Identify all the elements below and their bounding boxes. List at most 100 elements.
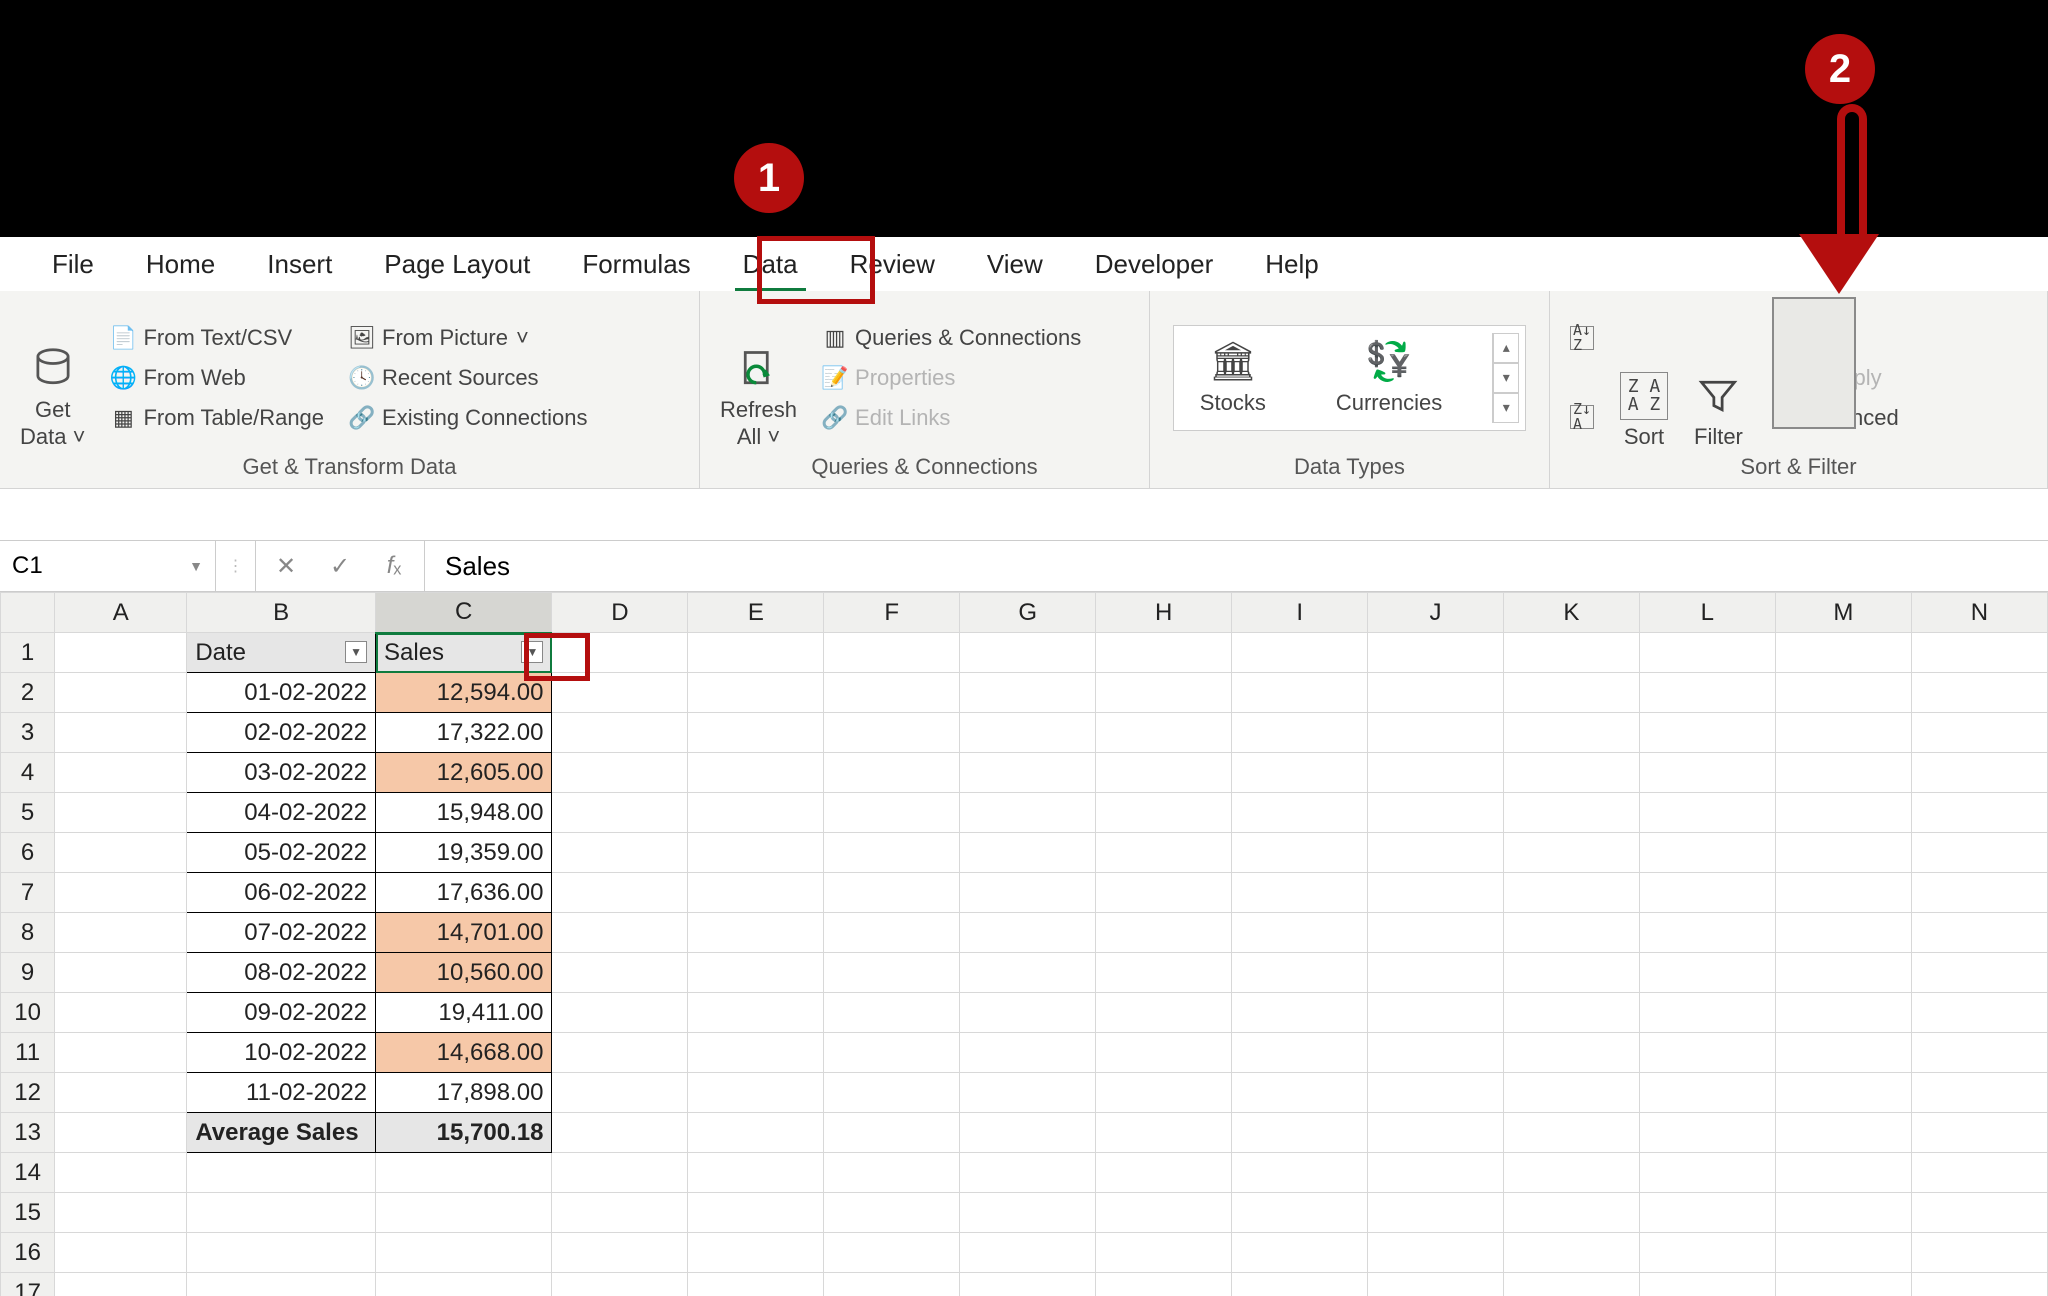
cell-D8[interactable]	[552, 913, 688, 953]
column-header-D[interactable]: D	[552, 593, 688, 633]
cell-E4[interactable]	[688, 753, 824, 793]
cell-N14[interactable]	[1911, 1153, 2047, 1193]
cell-B9[interactable]: 08-02-2022	[187, 953, 376, 993]
queries-connections-button[interactable]: ▥ Queries & Connections	[817, 321, 1087, 355]
cell-N2[interactable]	[1911, 673, 2047, 713]
cell-B4[interactable]: 03-02-2022	[187, 753, 376, 793]
column-header-E[interactable]: E	[688, 593, 824, 633]
cell-F7[interactable]	[824, 873, 960, 913]
cell-I6[interactable]	[1232, 833, 1368, 873]
cell-G9[interactable]	[960, 953, 1096, 993]
cell-I17[interactable]	[1232, 1273, 1368, 1296]
cell-C12[interactable]: 17,898.00	[376, 1073, 552, 1113]
cell-F12[interactable]	[824, 1073, 960, 1113]
data-type-currencies[interactable]: 💱 Currencies	[1316, 332, 1462, 424]
cell-I11[interactable]	[1232, 1033, 1368, 1073]
cell-C13[interactable]: 15,700.18	[376, 1113, 552, 1153]
cell-K9[interactable]	[1503, 953, 1639, 993]
cell-F13[interactable]	[824, 1113, 960, 1153]
cell-G11[interactable]	[960, 1033, 1096, 1073]
cell-J2[interactable]	[1368, 673, 1504, 713]
filter-dropdown-sales[interactable]: ▼	[521, 641, 543, 663]
cell-M1[interactable]	[1775, 633, 1911, 673]
cell-H7[interactable]	[1096, 873, 1232, 913]
from-picture-button[interactable]: 🖼 From Picture ˅	[344, 321, 593, 355]
cell-E8[interactable]	[688, 913, 824, 953]
cell-G8[interactable]	[960, 913, 1096, 953]
cell-B12[interactable]: 11-02-2022	[187, 1073, 376, 1113]
cell-L16[interactable]	[1639, 1233, 1775, 1273]
cell-N6[interactable]	[1911, 833, 2047, 873]
cell-D17[interactable]	[552, 1273, 688, 1296]
cell-L10[interactable]	[1639, 993, 1775, 1033]
gallery-more[interactable]: ▾	[1493, 393, 1519, 423]
cell-J3[interactable]	[1368, 713, 1504, 753]
cell-I14[interactable]	[1232, 1153, 1368, 1193]
cancel-formula-button[interactable]: ✕	[264, 552, 308, 581]
cell-D6[interactable]	[552, 833, 688, 873]
cell-M9[interactable]	[1775, 953, 1911, 993]
cell-H2[interactable]	[1096, 673, 1232, 713]
cell-A6[interactable]	[55, 833, 187, 873]
cell-C16[interactable]	[376, 1233, 552, 1273]
cell-N10[interactable]	[1911, 993, 2047, 1033]
cell-E17[interactable]	[688, 1273, 824, 1296]
recent-sources-button[interactable]: 🕓 Recent Sources	[344, 361, 593, 395]
cell-K2[interactable]	[1503, 673, 1639, 713]
row-header-12[interactable]: 12	[1, 1073, 55, 1113]
row-header-13[interactable]: 13	[1, 1113, 55, 1153]
cell-K4[interactable]	[1503, 753, 1639, 793]
cell-K5[interactable]	[1503, 793, 1639, 833]
cell-F3[interactable]	[824, 713, 960, 753]
cell-D12[interactable]	[552, 1073, 688, 1113]
spreadsheet-grid[interactable]: ABCDEFGHIJKLMN 1Date▼Sales▼201-02-202212…	[0, 592, 2048, 1296]
row-header-9[interactable]: 9	[1, 953, 55, 993]
cell-M16[interactable]	[1775, 1233, 1911, 1273]
tab-home[interactable]: Home	[120, 239, 241, 290]
cell-C5[interactable]: 15,948.00	[376, 793, 552, 833]
cell-L12[interactable]	[1639, 1073, 1775, 1113]
cell-M3[interactable]	[1775, 713, 1911, 753]
cell-C9[interactable]: 10,560.00	[376, 953, 552, 993]
row-header-1[interactable]: 1	[1, 633, 55, 673]
cell-A17[interactable]	[55, 1273, 187, 1296]
cell-F5[interactable]	[824, 793, 960, 833]
sort-desc-button[interactable]: Z↓A	[1564, 401, 1600, 433]
cell-J7[interactable]	[1368, 873, 1504, 913]
row-header-3[interactable]: 3	[1, 713, 55, 753]
data-type-stocks[interactable]: 🏛 Stocks	[1180, 332, 1286, 424]
cell-H12[interactable]	[1096, 1073, 1232, 1113]
cell-H17[interactable]	[1096, 1273, 1232, 1296]
cell-K12[interactable]	[1503, 1073, 1639, 1113]
cell-D1[interactable]	[552, 633, 688, 673]
tab-help[interactable]: Help	[1239, 239, 1344, 290]
cell-D13[interactable]	[552, 1113, 688, 1153]
cell-H16[interactable]	[1096, 1233, 1232, 1273]
enter-formula-button[interactable]: ✓	[318, 552, 362, 581]
cell-N4[interactable]	[1911, 753, 2047, 793]
cell-B5[interactable]: 04-02-2022	[187, 793, 376, 833]
cell-G14[interactable]	[960, 1153, 1096, 1193]
cell-G17[interactable]	[960, 1273, 1096, 1296]
cell-C10[interactable]: 19,411.00	[376, 993, 552, 1033]
cell-E1[interactable]	[688, 633, 824, 673]
cell-A9[interactable]	[55, 953, 187, 993]
column-header-N[interactable]: N	[1911, 593, 2047, 633]
cell-F16[interactable]	[824, 1233, 960, 1273]
cell-C15[interactable]	[376, 1193, 552, 1233]
cell-B7[interactable]: 06-02-2022	[187, 873, 376, 913]
cell-J15[interactable]	[1368, 1193, 1504, 1233]
cell-I10[interactable]	[1232, 993, 1368, 1033]
cell-L6[interactable]	[1639, 833, 1775, 873]
cell-B2[interactable]: 01-02-2022	[187, 673, 376, 713]
cell-J13[interactable]	[1368, 1113, 1504, 1153]
cell-E7[interactable]	[688, 873, 824, 913]
cell-F15[interactable]	[824, 1193, 960, 1233]
cell-C1[interactable]: Sales▼	[376, 633, 552, 673]
cell-M10[interactable]	[1775, 993, 1911, 1033]
cell-A13[interactable]	[55, 1113, 187, 1153]
cell-M15[interactable]	[1775, 1193, 1911, 1233]
cell-N17[interactable]	[1911, 1273, 2047, 1296]
cell-A11[interactable]	[55, 1033, 187, 1073]
cell-L1[interactable]	[1639, 633, 1775, 673]
